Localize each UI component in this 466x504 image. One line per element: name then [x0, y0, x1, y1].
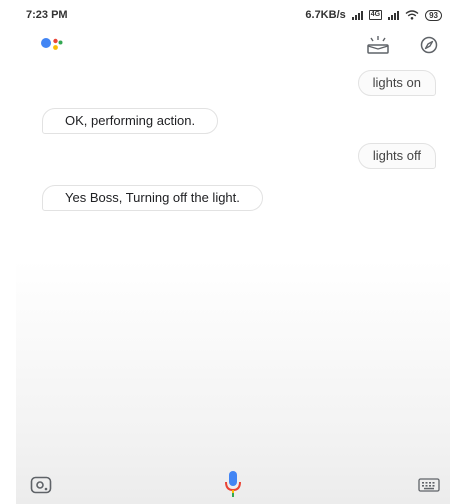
assistant-bottom-bar — [16, 470, 450, 504]
assistant-response-bubble[interactable]: OK, performing action. — [42, 108, 219, 134]
signal-icon — [351, 10, 363, 20]
status-time: 7:23 PM — [26, 9, 68, 21]
status-indicators: 6.7KB/s 4G 93 — [305, 9, 442, 21]
explore-compass-icon[interactable] — [420, 36, 438, 54]
user-message-bubble[interactable]: lights off — [357, 143, 436, 169]
assistant-screen: 7:23 PM 6.7KB/s 4G 93 lights on OK, perf… — [16, 0, 450, 504]
lens-icon[interactable] — [30, 476, 52, 494]
google-assistant-logo-icon — [41, 38, 63, 50]
user-message-bubble[interactable]: lights on — [357, 70, 436, 96]
status-bar: 7:23 PM 6.7KB/s 4G 93 — [16, 0, 450, 26]
mic-icon[interactable] — [224, 470, 242, 498]
wifi-icon — [405, 10, 419, 20]
signal-2-icon — [388, 10, 400, 20]
assistant-response-bubble[interactable]: Yes Boss, Turning off the light. — [42, 185, 263, 211]
keyboard-icon[interactable] — [418, 478, 440, 492]
snapshot-icon[interactable] — [366, 35, 390, 55]
assistant-top-bar — [16, 30, 450, 58]
network-type-badge: 4G — [368, 10, 383, 20]
net-speed: 6.7KB/s — [305, 9, 346, 21]
battery-indicator: 93 — [425, 9, 442, 21]
